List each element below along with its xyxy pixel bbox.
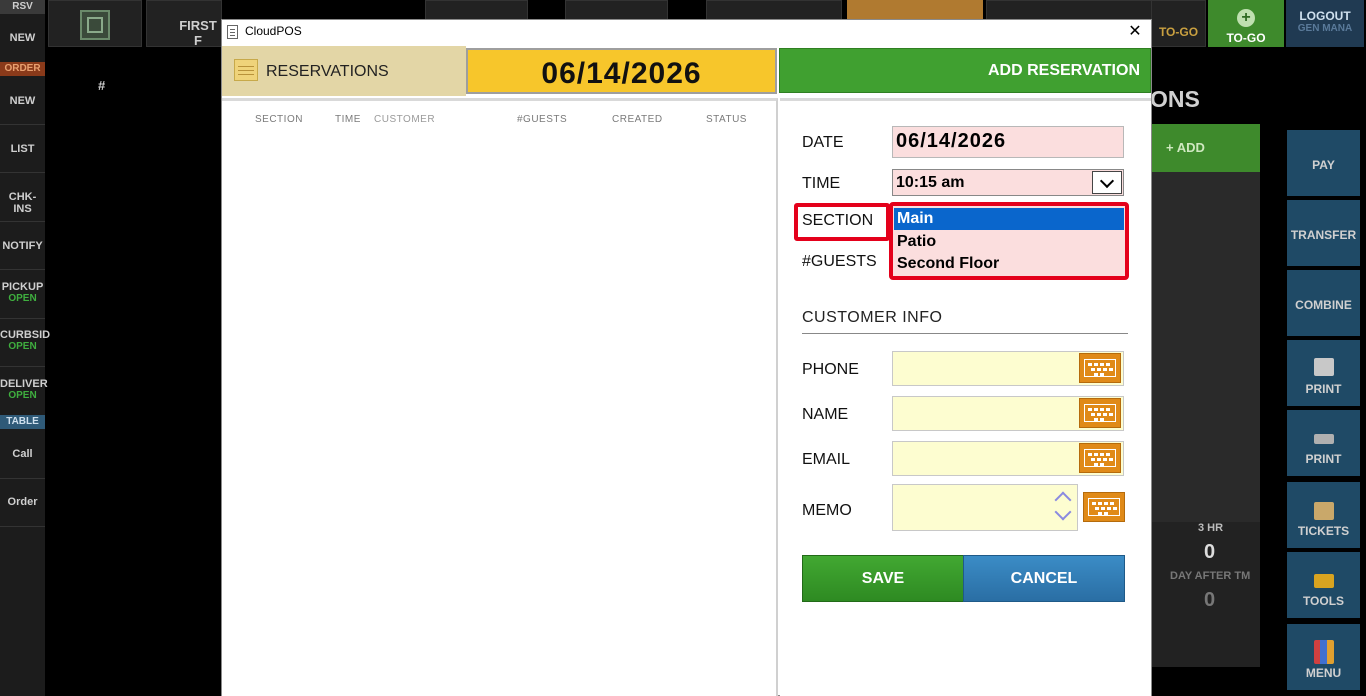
keyboard-icon[interactable] xyxy=(1079,353,1121,383)
name-field[interactable] xyxy=(892,396,1124,431)
sections-title-fragment: ONS xyxy=(1150,86,1200,112)
sidebar-item-call[interactable]: Call xyxy=(0,448,45,460)
column-header-customer[interactable]: CUSTOMER xyxy=(374,114,435,125)
window-title: CloudPOS xyxy=(245,24,302,38)
column-header-guests[interactable]: #GUESTS xyxy=(517,114,567,125)
stat-3hr-value: 0 xyxy=(1204,541,1216,563)
left-sidebar: RSV NEW ORDER NEW LIST CHK-INS NOTIFY PI… xyxy=(0,0,50,696)
time-select[interactable]: 10:15 am xyxy=(892,169,1124,196)
section-panel: 3 HR 0 DAY AFTER TM 0 xyxy=(1150,172,1260,667)
chart-icon xyxy=(1314,640,1334,664)
print-button[interactable]: PRINT xyxy=(1287,340,1360,408)
sidebar-item-notify[interactable]: NOTIFY xyxy=(0,240,45,252)
stat-day-after-label: DAY AFTER TM xyxy=(1170,570,1251,582)
save-button[interactable]: SAVE xyxy=(802,555,964,602)
add-reservation-button[interactable]: ADD RESERVATION xyxy=(779,48,1151,93)
table-hash-label: # xyxy=(98,78,106,93)
time-value: 10:15 am xyxy=(896,174,965,191)
printer-icon xyxy=(1314,358,1334,376)
column-header-section[interactable]: SECTION xyxy=(255,114,303,125)
guests-label: #GUESTS xyxy=(802,253,877,270)
sidebar-item-order-new[interactable]: NEW xyxy=(0,95,45,107)
close-button[interactable]: ✕ xyxy=(1125,21,1145,43)
section-option-patio[interactable]: Patio xyxy=(894,231,1124,253)
section-label: SECTION xyxy=(802,212,874,229)
keyboard-icon[interactable] xyxy=(1083,492,1125,522)
sidebar-item-rsv-new[interactable]: NEW xyxy=(0,32,45,44)
date-banner[interactable]: 06/14/2026 xyxy=(466,48,777,94)
column-header-time[interactable]: TIME xyxy=(335,114,361,125)
reservations-header: RESERVATIONS xyxy=(222,46,466,96)
email-field[interactable] xyxy=(892,441,1124,476)
scroll-arrows-icon[interactable] xyxy=(1051,488,1075,526)
section-dropdown[interactable]: Main Patio Second Floor xyxy=(889,202,1129,280)
customer-info-title: CUSTOMER INFO xyxy=(802,309,943,326)
togo-green-button[interactable]: + TO-GO xyxy=(1208,0,1284,47)
sidebar-item-delivery[interactable]: DELIVER OPEN xyxy=(0,378,48,401)
tickets-button[interactable]: TICKETS xyxy=(1287,482,1360,550)
document-icon xyxy=(227,25,238,39)
chevron-down-icon[interactable] xyxy=(1092,171,1122,194)
keyboard-icon[interactable] xyxy=(1079,443,1121,473)
keyboard-icon[interactable] xyxy=(1079,398,1121,428)
sidebar-item-list[interactable]: LIST xyxy=(0,143,45,155)
sidebar-item-chk-ins[interactable]: CHK-INS xyxy=(0,191,45,215)
reservation-list: SECTION TIME CUSTOMER #GUESTS CREATED ST… xyxy=(222,98,778,696)
sidebar-item-curbside[interactable]: CURBSID OPEN xyxy=(0,329,50,352)
date-field[interactable]: 06/14/2026 xyxy=(892,126,1124,158)
date-label: DATE xyxy=(802,134,844,151)
reservations-dialog: CloudPOS ✕ RESERVATIONS 06/14/2026 ADD R… xyxy=(221,19,1152,696)
transfer-button[interactable]: TRANSFER xyxy=(1287,200,1360,268)
notepad-icon xyxy=(234,59,258,81)
print-button-2[interactable]: PRINT xyxy=(1287,410,1360,478)
cancel-button[interactable]: CANCEL xyxy=(963,555,1125,602)
divider xyxy=(802,333,1128,334)
logout-button[interactable]: LOGOUT GEN MANA xyxy=(1286,0,1364,47)
section-option-second-floor[interactable]: Second Floor xyxy=(894,253,1124,275)
name-label: NAME xyxy=(802,406,849,423)
menu-button[interactable]: MENU xyxy=(1287,624,1360,692)
combine-button[interactable]: COMBINE xyxy=(1287,270,1360,338)
sidebar-item-pickup[interactable]: PICKUP OPEN xyxy=(0,281,45,304)
sidebar-header-table: TABLE xyxy=(0,415,45,429)
reservation-form: DATE 06/14/2026 TIME 10:15 am SECTION #G… xyxy=(780,98,1151,696)
toolbox-icon xyxy=(1314,574,1334,588)
plus-icon: + xyxy=(1237,9,1255,27)
column-header-created[interactable]: CREATED xyxy=(612,114,663,125)
memo-field[interactable] xyxy=(892,484,1078,531)
sidebar-header-order: ORDER xyxy=(0,62,45,76)
phone-label: PHONE xyxy=(802,361,859,378)
phone-field[interactable] xyxy=(892,351,1124,386)
section-option-main[interactable]: Main xyxy=(894,208,1124,230)
sidebar-header-rsv: RSV xyxy=(0,0,45,14)
tab-first-floor[interactable]: FIRST F xyxy=(146,0,222,48)
tools-button[interactable]: TOOLS xyxy=(1287,552,1360,620)
stat-day-after-value: 0 xyxy=(1204,589,1216,611)
reservations-title: RESERVATIONS xyxy=(266,63,389,80)
pos-screen: RSV NEW ORDER NEW LIST CHK-INS NOTIFY PI… xyxy=(0,0,1366,696)
time-label: TIME xyxy=(802,175,841,192)
add-section-button[interactable]: + ADD xyxy=(1150,124,1260,172)
stat-3hr-label: 3 HR xyxy=(1198,522,1224,534)
togo-button[interactable]: TO-GO xyxy=(1151,0,1206,47)
pay-button[interactable]: PAY xyxy=(1287,130,1360,198)
window-titlebar: CloudPOS ✕ xyxy=(222,20,1151,45)
column-header-status[interactable]: STATUS xyxy=(706,114,747,125)
memo-label: MEMO xyxy=(802,502,852,519)
logo-icon xyxy=(80,10,110,40)
printer-icon xyxy=(1314,434,1334,444)
email-label: EMAIL xyxy=(802,451,851,468)
ticket-icon xyxy=(1314,502,1334,520)
logo-button[interactable] xyxy=(48,0,142,47)
sidebar-item-order[interactable]: Order xyxy=(0,496,45,508)
date-banner-text: 06/14/2026 xyxy=(541,57,702,90)
